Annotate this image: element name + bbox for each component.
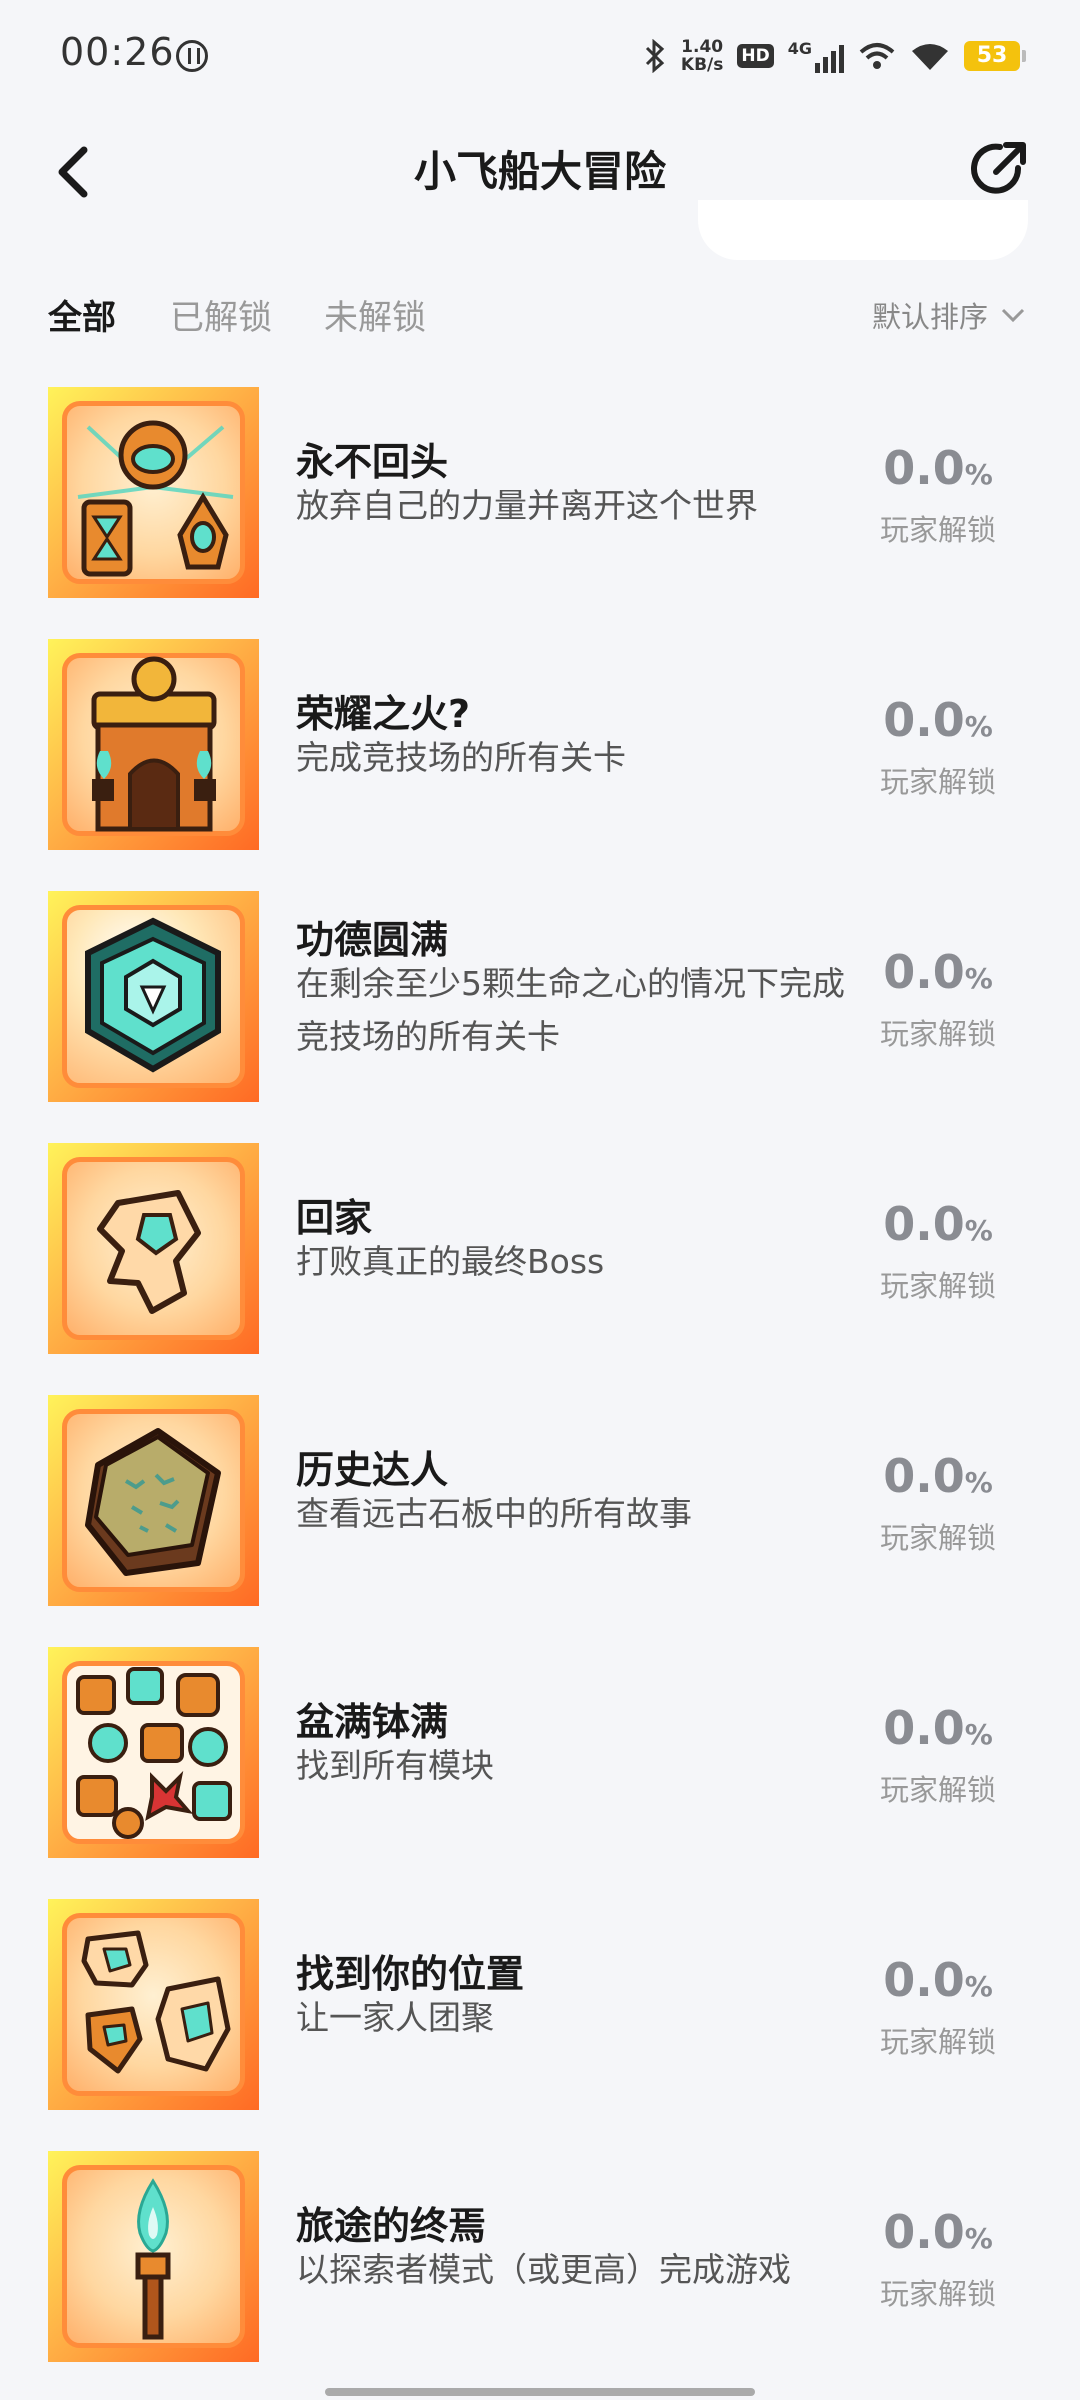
achievement-title: 旅途的终焉: [296, 2204, 487, 2248]
achievement-title: 盆满钵满: [296, 1700, 449, 1744]
sort-label: 默认排序: [871, 300, 988, 334]
unlock-percent: 0.0%: [883, 2205, 993, 2259]
achievement-desc: 完成竞技场的所有关卡: [296, 738, 626, 777]
notification-icon: [176, 40, 208, 72]
achievement-title: 回家: [296, 1196, 373, 1240]
wifi-icon: [912, 44, 948, 70]
list-item[interactable]: 历史达人 查看远古石板中的所有故事 0.0% 玩家解锁: [0, 1393, 1080, 1606]
unlock-percent: 0.0%: [883, 1449, 993, 1503]
unlock-label: 玩家解锁: [879, 2025, 996, 2059]
net-speed: 1.40 KB/s: [680, 37, 724, 75]
cellular-signal-icon: 4G: [788, 39, 844, 73]
list-item[interactable]: 荣耀之火? 完成竞技场的所有关卡 0.0% 玩家解锁: [0, 637, 1080, 850]
gem-shield-icon: [48, 891, 259, 1102]
list-item[interactable]: 盆满钵满 找到所有模块 0.0% 玩家解锁: [0, 1645, 1080, 1858]
status-time: 00:26: [60, 30, 175, 74]
hotspot-icon: [859, 43, 895, 69]
unlock-label: 玩家解锁: [879, 1269, 996, 1303]
unlock-percent: 0.0%: [883, 441, 993, 495]
unlock-label: 玩家解锁: [879, 1017, 996, 1051]
status-bar: 00:26 1.40 KB/s HD 4G 53: [0, 0, 1080, 110]
achievement-desc: 以探索者模式（或更高）完成游戏: [296, 2250, 791, 2289]
robot-artifacts-icon: [48, 387, 259, 598]
sort-dropdown[interactable]: 默认排序: [872, 294, 1026, 336]
unlock-percent: 0.0%: [883, 693, 993, 747]
tab-locked[interactable]: 未解锁: [324, 290, 426, 339]
list-item[interactable]: 旅途的终焉 以探索者模式（或更高）完成游戏 0.0% 玩家解锁: [0, 2149, 1080, 2362]
achievement-desc: 放弃自己的力量并离开这个世界: [296, 486, 758, 525]
stone-tablet-icon: [48, 1395, 259, 1606]
achievement-desc: 打败真正的最终Boss: [296, 1242, 605, 1281]
ship-home-icon: [48, 1143, 259, 1354]
unlock-label: 玩家解锁: [879, 513, 996, 547]
share-icon[interactable]: [966, 136, 1032, 202]
unlock-percent: 0.0%: [883, 1701, 993, 1755]
list-item[interactable]: 永不回头 放弃自己的力量并离开这个世界 0.0% 玩家解锁: [0, 385, 1080, 598]
peek-card: [698, 200, 1028, 260]
tab-unlocked[interactable]: 已解锁: [170, 290, 272, 339]
achievement-desc: 找到所有模块: [296, 1746, 494, 1785]
achievement-desc: 查看远古石板中的所有故事: [296, 1494, 692, 1533]
page-title: 小飞船大冒险: [413, 147, 666, 196]
unlock-label: 玩家解锁: [879, 2277, 996, 2311]
unlock-percent: 0.0%: [883, 945, 993, 999]
list-item[interactable]: 回家 打败真正的最终Boss 0.0% 玩家解锁: [0, 1141, 1080, 1354]
arena-gate-icon: [48, 639, 259, 850]
achievement-title: 找到你的位置: [296, 1952, 525, 1996]
list-item[interactable]: 找到你的位置 让一家人团聚 0.0% 玩家解锁: [0, 1897, 1080, 2110]
achievement-title: 荣耀之火?: [296, 692, 471, 736]
filter-bar: 全部 已解锁 未解锁 默认排序: [0, 280, 1080, 350]
bluetooth-icon: [645, 39, 665, 73]
achievement-desc: 让一家人团聚: [296, 1998, 494, 2037]
achievement-title: 永不回头: [296, 440, 449, 484]
unlock-label: 玩家解锁: [879, 765, 996, 799]
status-icons: 1.40 KB/s HD 4G 53: [643, 32, 1026, 80]
unlock-label: 玩家解锁: [879, 1773, 996, 1807]
unlock-percent: 0.0%: [883, 1197, 993, 1251]
battery-indicator: 53: [964, 41, 1026, 71]
unlock-percent: 0.0%: [883, 1953, 993, 2007]
list-item[interactable]: 功德圆满 在剩余至少5颗生命之心的情况下完成竞技场的所有关卡 0.0% 玩家解锁: [0, 889, 1080, 1102]
family-ships-icon: [48, 1899, 259, 2110]
unlock-label: 玩家解锁: [879, 1521, 996, 1555]
torch-icon: [48, 2151, 259, 2362]
achievement-desc: 在剩余至少5颗生命之心的情况下完成竞技场的所有关卡: [296, 964, 845, 1056]
tab-all[interactable]: 全部: [48, 290, 116, 339]
chevron-down-icon: [1001, 308, 1025, 323]
hd-badge: HD: [737, 44, 774, 68]
achievement-title: 功德圆满: [296, 918, 449, 962]
achievement-title: 历史达人: [296, 1448, 449, 1492]
modules-pile-icon: [48, 1647, 259, 1858]
home-indicator[interactable]: [325, 2388, 755, 2396]
